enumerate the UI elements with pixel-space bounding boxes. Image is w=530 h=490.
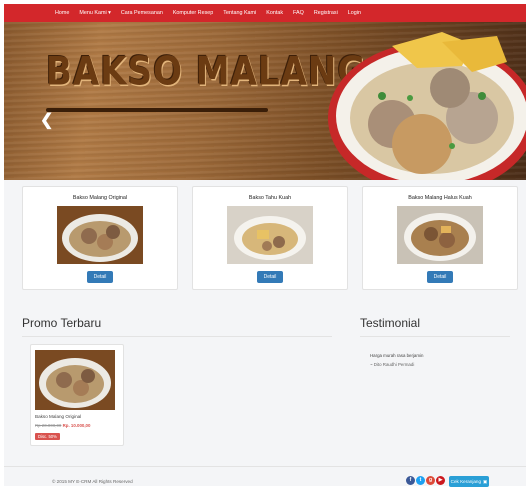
testimonial-heading: Testimonial <box>360 316 421 330</box>
product-name: Bakso Malang Original <box>72 195 128 201</box>
detail-button[interactable]: Detail <box>426 271 454 283</box>
product-image <box>227 206 313 264</box>
product-card: Bakso Tahu Kuah Detail <box>192 186 348 290</box>
new-price: Rp. 10.000,00 <box>62 423 91 428</box>
google-plus-icon[interactable]: g <box>426 476 435 485</box>
promo-product-name: Bakso Malang Original <box>35 414 82 419</box>
testimonial-author: ~ Dito Raudhi Permadi <box>370 362 415 367</box>
nav-faq[interactable]: FAQ <box>288 10 309 16</box>
old-price: Rp 20.000,00 <box>35 423 62 428</box>
nav-registrasi[interactable]: Registrasi <box>309 10 343 16</box>
hero-title: BAKSO MALANG <box>46 49 367 95</box>
testimonial-divider <box>360 336 510 337</box>
promo-divider <box>22 336 332 337</box>
cart-button[interactable]: Cek Keranjang ▣ <box>449 476 489 487</box>
product-image <box>57 206 143 264</box>
hero-carousel: BAKSO MALANG ❮ <box>4 22 526 180</box>
testimonial-box: Harga murah rasa berjamin ~ Dito Raudhi … <box>360 345 510 391</box>
product-card: Bakso Malang Halus Kuah Detail <box>362 186 518 290</box>
promo-image <box>35 350 115 410</box>
nav-home[interactable]: Home <box>50 10 74 16</box>
discount-badge: Disc. 50% <box>35 433 60 440</box>
bakso-bowl-photo <box>328 32 526 180</box>
nav-cara-pemesanan[interactable]: Cara Pemesanan <box>116 10 168 16</box>
top-navbar: Home Menu Kami ▾ Cara Pemesanan Komputer… <box>4 4 526 22</box>
testimonial-quote: Harga murah rasa berjamin <box>370 353 424 358</box>
nav-menu-kami[interactable]: Menu Kami ▾ <box>74 10 115 16</box>
copyright-text: © 2015 MY E-CRM All Rights Reserved <box>52 479 133 484</box>
nav-kontak[interactable]: Kontak <box>261 10 288 16</box>
product-card: Bakso Malang Original Detail <box>22 186 178 290</box>
nav-login[interactable]: Login <box>343 10 366 16</box>
cart-icon: ▣ <box>483 478 488 484</box>
promo-card[interactable]: Bakso Malang Original Rp 20.000,00 Rp. 1… <box>30 344 124 446</box>
promo-heading: Promo Terbaru <box>22 316 102 330</box>
nav-tentang-kami[interactable]: Tentang Kami <box>218 10 261 16</box>
detail-button[interactable]: Detail <box>86 271 114 283</box>
nav-komputer-resep[interactable]: Komputer Resep <box>168 10 218 16</box>
promo-prices: Rp 20.000,00 Rp. 10.000,00 <box>35 423 90 428</box>
footer-divider <box>4 466 526 467</box>
chevron-left-icon[interactable]: ❮ <box>40 110 53 130</box>
product-name: Bakso Malang Halus Kuah <box>408 195 472 201</box>
product-image <box>397 206 483 264</box>
youtube-icon[interactable]: ▶ <box>436 476 445 485</box>
detail-button[interactable]: Detail <box>256 271 284 283</box>
facebook-icon[interactable]: f <box>406 476 415 485</box>
twitter-icon[interactable]: t <box>416 476 425 485</box>
cart-button-label: Cek Keranjang <box>450 479 482 484</box>
product-name: Bakso Tahu Kuah <box>248 195 292 201</box>
hero-title-underline <box>46 108 268 112</box>
